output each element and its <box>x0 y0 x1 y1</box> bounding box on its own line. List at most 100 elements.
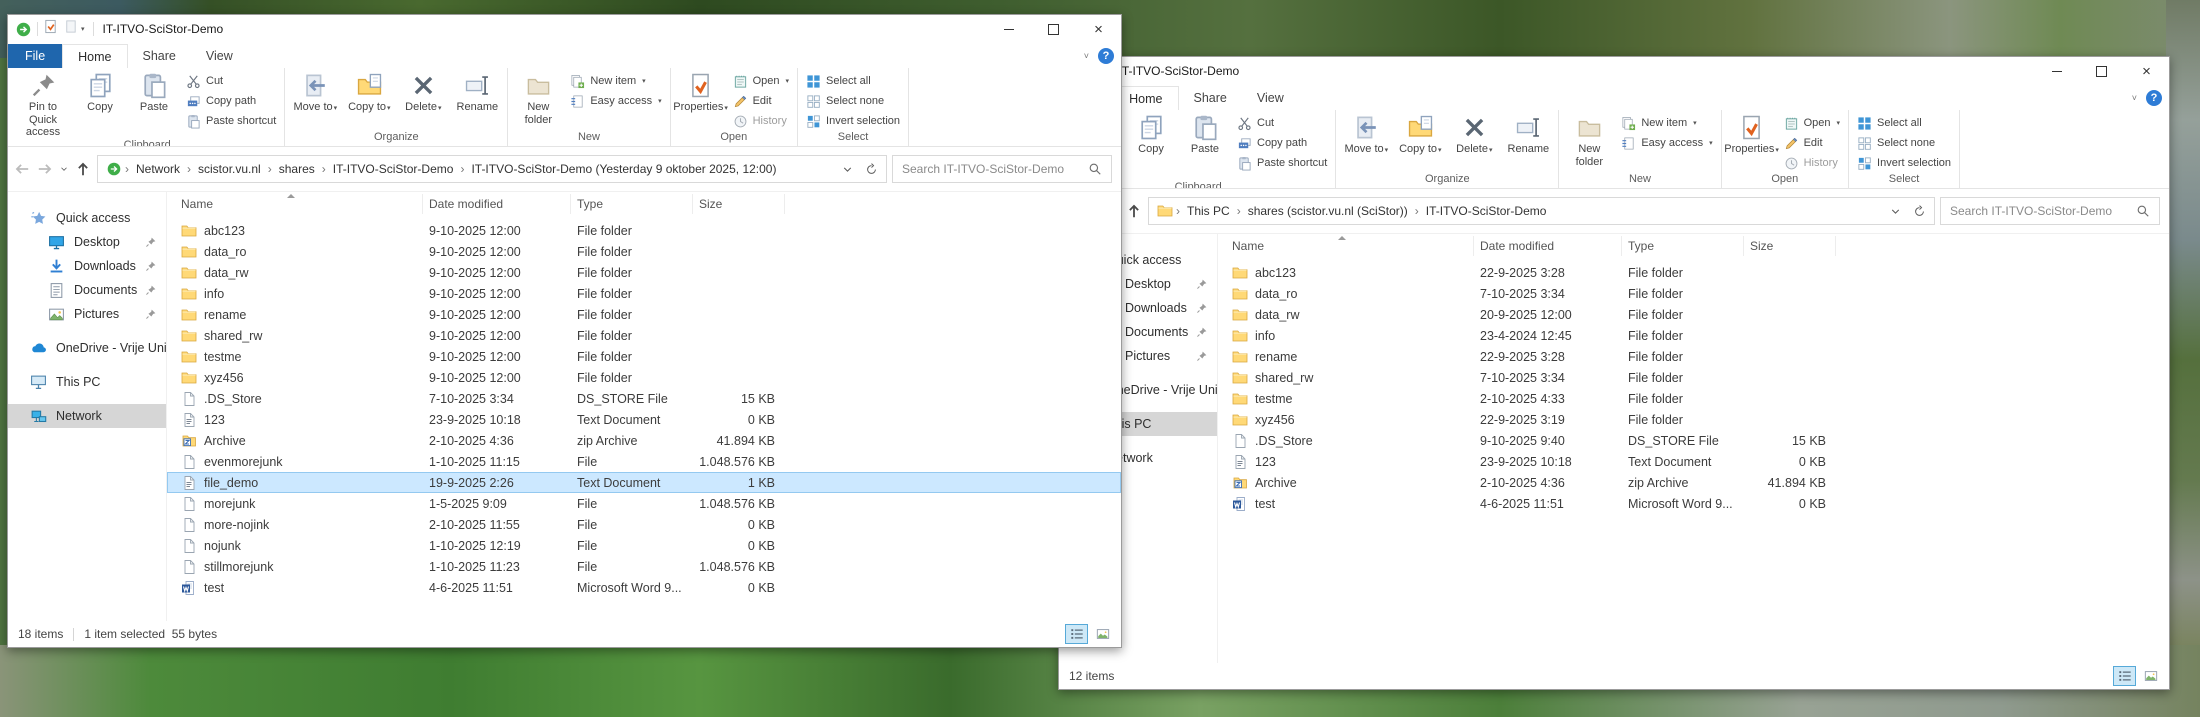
sidebar-item-onedrive-vrije-univ[interactable]: OneDrive - Vrije Univ <box>8 336 166 360</box>
file-row-xyz456[interactable]: xyz45622-9-2025 3:19File folder <box>1218 409 2169 430</box>
back-button[interactable] <box>13 160 31 178</box>
ribbon-copy-to-button[interactable]: Copy to▾ <box>342 68 396 114</box>
sidebar-item-desktop[interactable]: Desktop <box>8 230 166 254</box>
refresh-icon[interactable] <box>865 163 878 176</box>
ribbon-select-all-button[interactable]: Select all <box>806 73 900 89</box>
file-row-info[interactable]: info9-10-2025 12:00File folder <box>167 283 1121 304</box>
ribbon-select-none-button[interactable]: Select none <box>1857 135 1951 151</box>
column-header-name[interactable]: Name <box>167 194 423 214</box>
ribbon-new-folder-button[interactable]: New folder <box>511 68 565 126</box>
thumbnails-view-button[interactable] <box>1091 624 1114 644</box>
file-row-abc123[interactable]: abc1239-10-2025 12:00File folder <box>167 220 1121 241</box>
maximize-button[interactable] <box>2079 57 2124 85</box>
ribbon-move-to-button[interactable]: Move to▾ <box>288 68 342 114</box>
ribbon-history-button[interactable]: History <box>1784 155 1840 171</box>
file-row-xyz456[interactable]: xyz4569-10-2025 12:00File folder <box>167 367 1121 388</box>
search-box[interactable]: Search IT-ITVO-SciStor-Demo <box>892 155 1112 183</box>
file-row-data-rw[interactable]: data_rw9-10-2025 12:00File folder <box>167 262 1121 283</box>
ribbon-properties-button[interactable]: Properties▾ <box>1725 110 1779 156</box>
file-row-nojunk[interactable]: nojunk1-10-2025 12:19File0 KB <box>167 535 1121 556</box>
file-row-stillmorejunk[interactable]: stillmorejunk1-10-2025 11:23File1.048.57… <box>167 556 1121 577</box>
file-row-testme[interactable]: testme9-10-2025 12:00File folder <box>167 346 1121 367</box>
ribbon-collapse-icon[interactable]: ˅ <box>2132 93 2137 103</box>
file-row-file-demo[interactable]: file_demo19-9-2025 2:26Text Document1 KB <box>167 472 1121 493</box>
tab-home[interactable]: Home <box>1113 86 1178 110</box>
sidebar-item-network[interactable]: Network <box>8 404 166 428</box>
thumbnails-view-button[interactable] <box>2139 666 2162 686</box>
ribbon-select-none-button[interactable]: Select none <box>806 93 900 109</box>
sidebar-item-quick-access[interactable]: Quick access <box>8 206 166 230</box>
column-header-name[interactable]: Name <box>1218 236 1474 256</box>
ribbon-easy-access-button[interactable]: Easy access▾ <box>570 93 661 109</box>
file-row-data-ro[interactable]: data_ro9-10-2025 12:00File folder <box>167 241 1121 262</box>
sidebar-item-downloads[interactable]: Downloads <box>8 254 166 278</box>
file-row-more-nojink[interactable]: more-nojink2-10-2025 11:55File0 KB <box>167 514 1121 535</box>
ribbon-move-to-button[interactable]: Move to▾ <box>1339 110 1393 156</box>
ribbon-new-folder-button[interactable]: New folder <box>1562 110 1616 168</box>
file-row-abc123[interactable]: abc12322-9-2025 3:28File folder <box>1218 262 2169 283</box>
file-row-123[interactable]: 12323-9-2025 10:18Text Document0 KB <box>1218 451 2169 472</box>
help-button[interactable]: ? <box>2146 90 2162 106</box>
tab-share[interactable]: Share <box>1179 86 1242 110</box>
file-row-rename[interactable]: rename22-9-2025 3:28File folder <box>1218 346 2169 367</box>
file-row-123[interactable]: 12323-9-2025 10:18Text Document0 KB <box>167 409 1121 430</box>
ribbon-collapse-icon[interactable]: ˅ <box>1084 51 1089 61</box>
file-row-testme[interactable]: testme2-10-2025 4:33File folder <box>1218 388 2169 409</box>
help-button[interactable]: ? <box>1098 48 1114 64</box>
file-row-rename[interactable]: rename9-10-2025 12:00File folder <box>167 304 1121 325</box>
qat-blank-doc-button[interactable] <box>63 19 78 39</box>
ribbon-paste-button[interactable]: Paste <box>1178 110 1232 156</box>
sidebar-item-pictures[interactable]: Pictures <box>8 302 166 326</box>
breadcrumb-item[interactable]: This PC <box>1180 204 1237 218</box>
ribbon-copy-to-button[interactable]: Copy to▾ <box>1393 110 1447 156</box>
ribbon-cut-button[interactable]: Cut <box>186 73 276 89</box>
ribbon-paste-shortcut-button[interactable]: Paste shortcut <box>186 113 276 129</box>
column-header-type[interactable]: Type <box>1622 236 1744 256</box>
breadcrumb-item[interactable]: scistor.vu.nl <box>191 162 268 176</box>
address-bar[interactable]: ›This PC›shares (scistor.vu.nl (SciStor)… <box>1148 197 1935 225</box>
file-row-archive[interactable]: Archive2-10-2025 4:36zip Archive41.894 K… <box>167 430 1121 451</box>
column-header-date-modified[interactable]: Date modified <box>1474 236 1622 256</box>
ribbon-new-item-button[interactable]: New item▾ <box>1621 115 1712 131</box>
file-row-test[interactable]: test4-6-2025 11:51Microsoft Word 9...0 K… <box>167 577 1121 598</box>
tab-view[interactable]: View <box>191 44 248 68</box>
column-header-type[interactable]: Type <box>571 194 693 214</box>
titlebar[interactable]: ▾ IT-ITVO-SciStor-Demo × <box>1059 57 2169 85</box>
file-row-shared-rw[interactable]: shared_rw9-10-2025 12:00File folder <box>167 325 1121 346</box>
ribbon-copy-path-button[interactable]: Copy path <box>186 93 276 109</box>
ribbon-select-all-button[interactable]: Select all <box>1857 115 1951 131</box>
ribbon-edit-button[interactable]: Edit <box>1784 135 1840 151</box>
ribbon-rename-button[interactable]: Rename <box>1501 110 1555 156</box>
file-row-ds-store[interactable]: .DS_Store7-10-2025 3:34DS_STORE File15 K… <box>167 388 1121 409</box>
ribbon-new-item-button[interactable]: New item▾ <box>570 73 661 89</box>
address-dropdown-icon[interactable] <box>1889 205 1902 218</box>
tab-view[interactable]: View <box>1242 86 1299 110</box>
ribbon-copy-button[interactable]: Copy <box>73 68 127 114</box>
ribbon-paste-shortcut-button[interactable]: Paste shortcut <box>1237 155 1327 171</box>
refresh-icon[interactable] <box>1913 205 1926 218</box>
ribbon-open-button[interactable]: Open▾ <box>1784 115 1840 131</box>
file-row-ds-store[interactable]: .DS_Store9-10-2025 9:40DS_STORE File15 K… <box>1218 430 2169 451</box>
titlebar[interactable]: ▾ IT-ITVO-SciStor-Demo × <box>8 15 1121 43</box>
tab-share[interactable]: Share <box>128 44 191 68</box>
column-header-size[interactable]: Size <box>693 194 785 214</box>
up-button[interactable] <box>1125 202 1143 220</box>
column-header-size[interactable]: Size <box>1744 236 1836 256</box>
details-view-button[interactable] <box>2113 666 2136 686</box>
close-button[interactable]: × <box>1076 15 1121 43</box>
sidebar-item-this-pc[interactable]: This PC <box>8 370 166 394</box>
ribbon-pin-to-quick-access-button[interactable]: Pin to Quick access <box>13 68 73 139</box>
recent-locations-icon[interactable] <box>59 160 69 178</box>
ribbon-copy-path-button[interactable]: Copy path <box>1237 135 1327 151</box>
maximize-button[interactable] <box>1031 15 1076 43</box>
file-row-morejunk[interactable]: morejunk1-5-2025 9:09File1.048.576 KB <box>167 493 1121 514</box>
up-button[interactable] <box>74 160 92 178</box>
ribbon-easy-access-button[interactable]: Easy access▾ <box>1621 135 1712 151</box>
ribbon-paste-button[interactable]: Paste <box>127 68 181 114</box>
sidebar-item-documents[interactable]: Documents <box>8 278 166 302</box>
search-box[interactable]: Search IT-ITVO-SciStor-Demo <box>1940 197 2160 225</box>
qat-chevron-down-icon[interactable]: ▾ <box>81 25 85 33</box>
address-dropdown-icon[interactable] <box>841 163 854 176</box>
minimize-button[interactable] <box>2034 57 2079 85</box>
tab-file[interactable]: File <box>8 44 62 68</box>
